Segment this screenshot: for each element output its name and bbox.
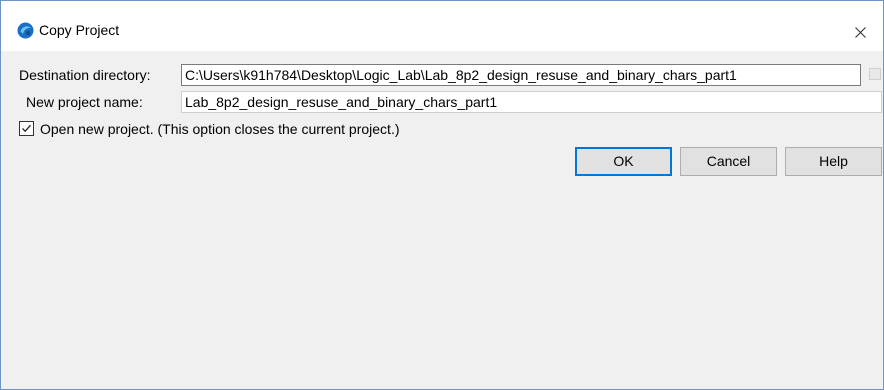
ok-button[interactable]: OK	[575, 147, 672, 176]
new-project-name-input[interactable]: Lab_8p2_design_resuse_and_binary_chars_p…	[181, 91, 882, 113]
cancel-button[interactable]: Cancel	[680, 147, 777, 176]
window-title: Copy Project	[39, 22, 120, 38]
browse-button[interactable]	[869, 68, 881, 80]
open-new-project-checkbox[interactable]	[19, 121, 34, 136]
quartus-app-icon	[17, 22, 34, 39]
checkmark-icon	[22, 124, 31, 133]
open-new-project-label: Open new project. (This option closes th…	[40, 121, 400, 137]
destination-directory-input[interactable]: C:\Users\k91h784\Desktop\Logic_Lab\Lab_8…	[181, 64, 861, 86]
copy-project-dialog: Copy Project Destination directory: C:\U…	[0, 0, 884, 390]
title-bar[interactable]: Copy Project	[1, 1, 883, 51]
close-button[interactable]	[837, 13, 883, 51]
help-button[interactable]: Help	[785, 147, 882, 176]
close-icon	[854, 26, 866, 38]
destination-directory-label: Destination directory:	[19, 67, 151, 83]
new-project-name-label: New project name:	[26, 94, 143, 110]
